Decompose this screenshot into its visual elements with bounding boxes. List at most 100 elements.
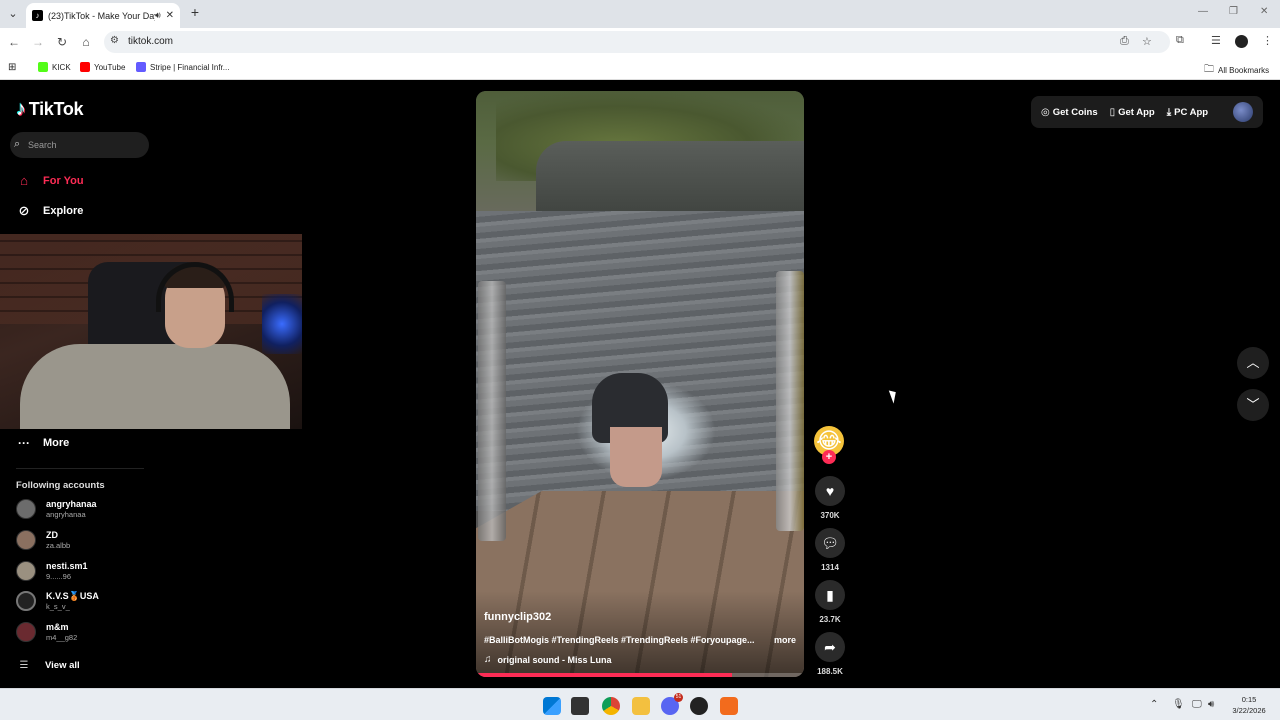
clock-date: 3/22/2026: [1232, 706, 1266, 715]
close-tab-icon[interactable]: ✕: [166, 10, 174, 21]
caption-hashtags[interactable]: #BalliBotMogis #TrendingReels #TrendingR…: [484, 635, 770, 645]
chrome-icon[interactable]: [602, 697, 620, 715]
streaming-app-icon[interactable]: [720, 697, 738, 715]
get-coins-button[interactable]: ◎ Get Coins: [1041, 107, 1098, 118]
following-account[interactable]: angryhanaa angryhanaa: [16, 496, 97, 522]
network-icon[interactable]: 🖵︎: [1192, 699, 1202, 710]
search-box[interactable]: ⌕: [10, 132, 149, 158]
media-control-icon[interactable]: ☰: [1211, 34, 1221, 47]
speaker-icon[interactable]: 🔊︎: [155, 10, 161, 21]
install-app-icon[interactable]: ⎙: [1120, 35, 1129, 48]
user-avatar[interactable]: [1233, 102, 1253, 122]
site-info-icon[interactable]: ⚙: [110, 35, 119, 46]
avatar: [16, 622, 36, 642]
share-button[interactable]: ➦ 188.5K: [813, 632, 847, 676]
video-player[interactable]: funnyclip302 #BalliBotMogis #TrendingRee…: [476, 91, 804, 677]
video-sound[interactable]: ♫ original sound - Miss Luna: [484, 654, 612, 665]
previous-video-button[interactable]: ︿: [1237, 347, 1269, 379]
forward-icon[interactable]: →: [30, 34, 46, 50]
bookmark-label: Stripe | Financial Infr...: [150, 62, 230, 72]
volume-icon[interactable]: 🔊︎: [1208, 699, 1214, 710]
bookmarks-bar: ⊞ KICK YouTube Stripe | Financial Infr..…: [0, 56, 1280, 80]
chevron-up-icon: ︿: [1246, 355, 1260, 370]
sidebar-divider: [16, 468, 144, 469]
discord-notification-badge: 51: [674, 693, 683, 702]
chevron-down-icon: ﹀: [1246, 397, 1260, 412]
like-button[interactable]: ♥ 370K: [813, 476, 847, 520]
video-progress-bar[interactable]: [476, 673, 804, 677]
reload-icon[interactable]: ↻: [54, 34, 70, 50]
url-text: tiktok.com: [128, 36, 174, 47]
task-view-icon[interactable]: [571, 697, 589, 715]
nav-more[interactable]: ··· More: [16, 436, 69, 450]
tiktok-note-icon: ♪: [16, 98, 26, 120]
sound-name: original sound - Miss Luna: [497, 654, 612, 665]
logo-text: TikTok: [28, 99, 84, 119]
nav-for-you[interactable]: ⌂ For You: [16, 173, 83, 188]
tab-search-icon[interactable]: ⌄: [4, 5, 22, 23]
discord-icon[interactable]: 51: [661, 693, 683, 715]
comment-button[interactable]: 💬︎ 1314: [813, 528, 847, 572]
nav-label: Explore: [43, 205, 84, 217]
save-count: 23.7K: [819, 615, 841, 624]
browser-toolbar: ← → ↻ ⌂ ⚙ tiktok.com ⎙ ☆ ⧉ ☰ ⋮: [0, 28, 1280, 56]
extensions-icon[interactable]: ⧉: [1176, 34, 1184, 47]
pc-app-button[interactable]: ⤓ PC App: [1167, 107, 1208, 118]
next-video-button[interactable]: ﹀: [1237, 389, 1269, 421]
all-bookmarks-label: All Bookmarks: [1218, 66, 1270, 75]
clock-time: 0:15: [1241, 695, 1257, 704]
windows-start-icon[interactable]: [543, 697, 561, 715]
search-input[interactable]: [28, 136, 146, 154]
profile-icon[interactable]: [1235, 35, 1248, 48]
account-name: K.V.S🥉USA: [46, 591, 99, 601]
window-close-icon[interactable]: ✕: [1260, 6, 1268, 17]
account-name: angryhanaa: [46, 499, 97, 509]
bookmark-label: YouTube: [94, 62, 126, 72]
restore-icon[interactable]: ❐: [1229, 6, 1238, 17]
get-app-button[interactable]: ▯ Get App: [1110, 107, 1155, 118]
download-icon: ⤓: [1166, 106, 1172, 118]
bookmark-kick[interactable]: KICK: [38, 62, 71, 72]
apps-grid-icon[interactable]: ⊞: [8, 62, 16, 73]
share-count: 188.5K: [817, 667, 843, 676]
music-note-icon: ♫: [484, 654, 492, 665]
all-bookmarks[interactable]: 🗀 All Bookmarks: [1204, 62, 1269, 79]
address-bar[interactable]: ⚙ tiktok.com ⎙ ☆: [104, 31, 1170, 53]
following-account[interactable]: m&m m4__g82: [16, 619, 77, 645]
windows-taskbar: 51 ⌃ 🎙︎ 🖵︎ 🔊︎ 0:15 3/22/2026: [0, 688, 1280, 720]
comment-icon: 💬︎: [815, 528, 845, 558]
video-author[interactable]: funnyclip302: [484, 611, 551, 623]
file-explorer-icon[interactable]: [632, 697, 650, 715]
view-all-following[interactable]: ☰ View all: [16, 660, 80, 671]
microphone-icon[interactable]: 🎙︎: [1172, 699, 1185, 710]
follow-plus-button[interactable]: +: [822, 450, 836, 464]
following-account[interactable]: nesti.sm1 9......96: [16, 558, 88, 584]
search-icon: ⌕: [14, 138, 21, 150]
obs-icon[interactable]: [690, 697, 708, 715]
back-icon[interactable]: ←: [6, 34, 22, 50]
bookmark-icon: ▮: [815, 580, 845, 610]
coin-icon: ◎: [1041, 106, 1050, 118]
following-account[interactable]: ZD za.albb: [16, 527, 70, 553]
webcam-overlay: [0, 234, 302, 429]
comment-count: 1314: [821, 563, 839, 572]
new-tab-icon[interactable]: +: [188, 5, 202, 19]
save-button[interactable]: ▮ 23.7K: [813, 580, 847, 624]
following-account[interactable]: K.V.S🥉USA k_s_v_: [16, 588, 99, 614]
bookmark-star-icon[interactable]: ☆: [1142, 35, 1152, 48]
browser-tab-tiktok[interactable]: ♪ (23)TikTok - Make Your Day 🔊︎ ✕: [26, 3, 180, 28]
tray-chevron-icon[interactable]: ⌃: [1150, 699, 1158, 710]
mouse-cursor: [888, 388, 900, 404]
home-page-icon[interactable]: ⌂: [78, 34, 94, 50]
minimize-icon[interactable]: —: [1198, 6, 1208, 17]
caption-more-link[interactable]: more: [774, 635, 796, 645]
pc-app-label: PC App: [1174, 106, 1209, 118]
tiktok-logo[interactable]: ♪ TikTok: [16, 98, 84, 121]
menu-kebab-icon[interactable]: ⋮: [1262, 34, 1273, 47]
following-accounts-title: Following accounts: [16, 480, 105, 491]
phone-icon: ▯: [1109, 106, 1116, 118]
taskbar-clock[interactable]: 0:15 3/22/2026: [1224, 694, 1274, 716]
bookmark-stripe[interactable]: Stripe | Financial Infr...: [136, 62, 229, 72]
nav-explore[interactable]: ⊘ Explore: [16, 203, 84, 219]
bookmark-youtube[interactable]: YouTube: [80, 62, 125, 72]
